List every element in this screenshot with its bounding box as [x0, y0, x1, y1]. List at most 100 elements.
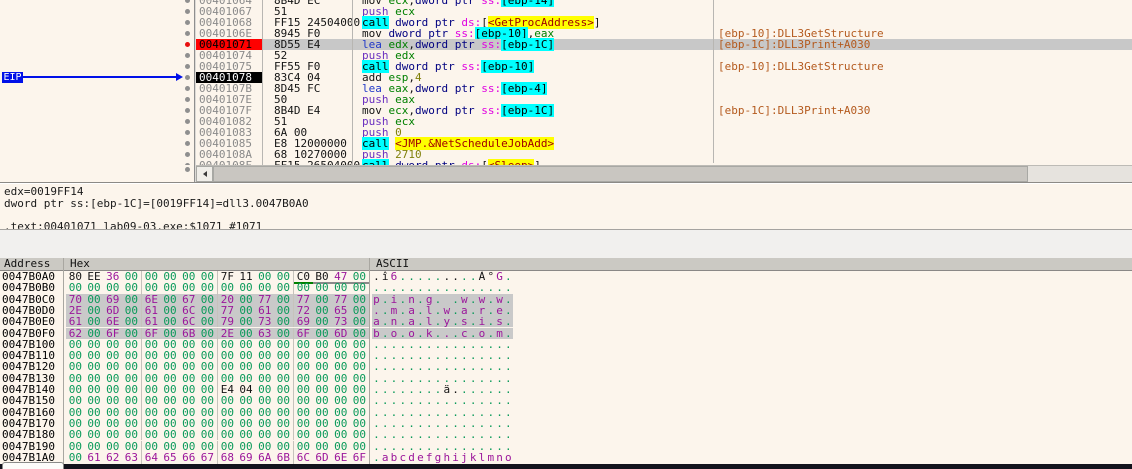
info-pane-line: dword ptr ss:[ebp-1C]=[0019FF14]=dll3.00… — [4, 198, 309, 209]
hex-byte: 00 — [142, 282, 161, 293]
breakpoint-dot[interactable] — [185, 0, 190, 3]
ascii-char: . — [495, 282, 504, 293]
dump-row[interactable]: 0047B0B000000000000000000000000000000000… — [0, 282, 1132, 293]
disasm-row[interactable]: 0040107F8B4D E4mov ecx,dword ptr ss:[ebp… — [0, 105, 1132, 116]
ascii-char: . — [469, 407, 478, 418]
dump-address: 0047B160 — [2, 407, 60, 418]
ascii-char: n — [407, 294, 416, 305]
hex-byte: 00 — [237, 316, 256, 327]
ascii-char: . — [407, 441, 416, 452]
hex-byte: 00 — [142, 429, 161, 440]
disasm-row[interactable]: 00401085E8 12000000call <JMP.&NetSchedul… — [0, 138, 1132, 149]
disasm-row[interactable]: 0040107452push edx — [0, 50, 1132, 61]
ascii-char: . — [495, 395, 504, 406]
ascii-char — [442, 294, 451, 305]
ascii-char: m — [495, 328, 504, 339]
hex-byte: 00 — [237, 361, 256, 372]
ascii-char: . — [469, 441, 478, 452]
disasm-row[interactable]: 0040108A68 10270000push 2710 — [0, 149, 1132, 160]
bottom-edge — [0, 464, 1132, 469]
disasm-row[interactable]: 0040107E50push eax — [0, 94, 1132, 105]
dump-hex-bytes[interactable]: 00000000000000000000000000000000 — [66, 282, 370, 293]
breakpoint-dot[interactable] — [185, 108, 190, 113]
ascii-char: . — [425, 361, 434, 372]
hex-byte: 00 — [237, 282, 256, 293]
ascii-char: i — [390, 294, 399, 305]
breakpoint-dot[interactable] — [185, 86, 190, 91]
scrollbar-thumb[interactable] — [213, 166, 1028, 182]
disasm-row[interactable]: 004010718D55 E4lea edx,dword ptr ss:[ebp… — [0, 39, 1132, 50]
disasm-row[interactable]: 00401075FF55 F0call dword ptr ss:[ebp-10… — [0, 61, 1132, 72]
ascii-char: . — [504, 282, 513, 293]
hex-byte: 00 — [122, 328, 141, 339]
disasm-row[interactable]: 0040106E8945 F0mov dword ptr ss:[ebp-10]… — [0, 28, 1132, 39]
breakpoint-dot[interactable] — [185, 53, 190, 58]
ascii-char: . — [381, 316, 390, 327]
dump-hex-bytes[interactable]: 61006E0061006C007900730069007300 — [66, 316, 370, 327]
disasm-horizontal-scrollbar[interactable] — [196, 165, 1132, 183]
ascii-char: o — [407, 328, 416, 339]
hex-byte: 00 — [122, 395, 141, 406]
ascii-char: . — [478, 407, 487, 418]
hex-byte-group: 00000000 — [142, 429, 218, 440]
dump-column-header: Address — [4, 258, 50, 270]
dump-row[interactable]: 0047B0E061006E0061006C007900730069007300… — [0, 316, 1132, 327]
disasm-row[interactable]: 004010836A 00push 0 — [0, 127, 1132, 138]
breakpoint-dot[interactable] — [185, 64, 190, 69]
disasm-row[interactable]: 0040108251push ecx — [0, 116, 1132, 127]
hex-byte: 00 — [331, 441, 350, 452]
hex-byte: 00 — [313, 429, 332, 440]
hex-byte: 00 — [255, 395, 274, 406]
dump-ascii[interactable]: ................ — [372, 282, 513, 293]
hex-byte: 70 — [66, 294, 85, 305]
hex-byte: 00 — [198, 282, 217, 293]
dump-address: 0047B180 — [2, 429, 60, 440]
tab-dump-1[interactable]: Dump 1 — [2, 462, 64, 469]
breakpoint-dot[interactable] — [185, 141, 190, 146]
dump-ascii[interactable]: ................ — [372, 361, 513, 372]
disasm-row[interactable]: 00401068FF15 24504000call dword ptr ds:[… — [0, 17, 1132, 28]
breakpoint-dot[interactable] — [185, 167, 190, 172]
ascii-char: . — [451, 395, 460, 406]
ascii-char: . — [504, 429, 513, 440]
hex-byte: 00 — [122, 429, 141, 440]
hex-byte-group: 00000000 — [294, 395, 369, 406]
disasm-row[interactable]: 0040107B8D45 FClea eax,dword ptr ss:[ebp… — [0, 83, 1132, 94]
dump-hex-bytes[interactable]: 00000000000000000000000000000000 — [66, 361, 370, 372]
hex-byte: 6B — [179, 328, 198, 339]
dump-ascii[interactable]: ................ — [372, 395, 513, 406]
column-separator — [713, 0, 714, 163]
hex-byte: 00 — [350, 316, 369, 327]
breakpoint-dot[interactable] — [185, 20, 190, 25]
dump-ascii[interactable]: ................ — [372, 429, 513, 440]
ascii-char: . — [372, 429, 381, 440]
breakpoint-dot[interactable] — [185, 119, 190, 124]
breakpoint-dot[interactable] — [185, 130, 190, 135]
dump-hex-bytes[interactable]: 00000000000000000000000000000000 — [66, 429, 370, 440]
scroll-left-button[interactable] — [196, 166, 213, 182]
dump-row[interactable]: 0047B15000000000000000000000000000000000… — [0, 395, 1132, 406]
hex-byte: 00 — [350, 407, 369, 418]
hex-byte: 00 — [179, 429, 198, 440]
breakpoint-dot[interactable] — [185, 97, 190, 102]
dump-ascii[interactable]: a.n.a.l.y.s.i.s. — [372, 316, 513, 327]
breakpoint-dot-active[interactable] — [185, 42, 190, 47]
hex-byte: 00 — [122, 316, 141, 327]
hex-byte: 00 — [122, 282, 141, 293]
hex-byte: 00 — [237, 328, 256, 339]
breakpoint-dot[interactable] — [185, 163, 190, 165]
hex-byte: 00 — [85, 316, 104, 327]
dump-row[interactable]: 0047B18000000000000000000000000000000000… — [0, 429, 1132, 440]
dump-row[interactable]: 0047B12000000000000000000000000000000000… — [0, 361, 1132, 372]
hex-byte: 00 — [350, 328, 369, 339]
hex-byte: 00 — [66, 429, 85, 440]
breakpoint-dot[interactable] — [185, 75, 190, 80]
dump-hex-bytes[interactable]: 00000000000000000000000000000000 — [66, 395, 370, 406]
column-separator — [352, 0, 353, 165]
ascii-char: . — [442, 328, 451, 339]
hex-byte: 00 — [198, 316, 217, 327]
ascii-char: . — [398, 441, 407, 452]
breakpoint-dot[interactable] — [185, 31, 190, 36]
breakpoint-dot[interactable] — [185, 9, 190, 14]
breakpoint-dot[interactable] — [185, 152, 190, 157]
